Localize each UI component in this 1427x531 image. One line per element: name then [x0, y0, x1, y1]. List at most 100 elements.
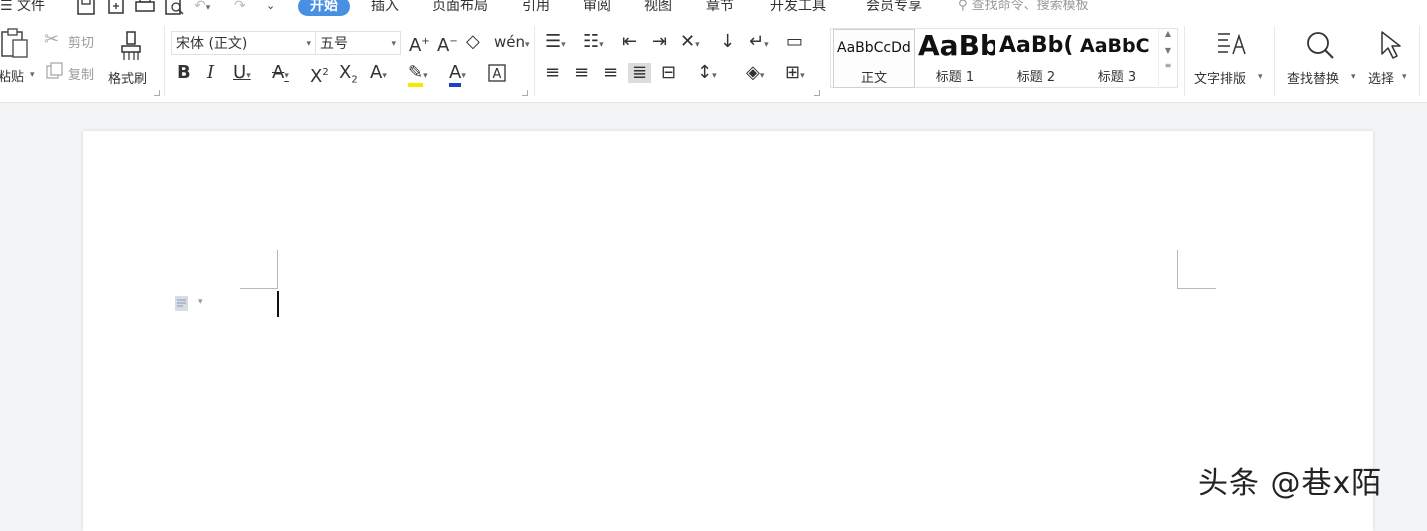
chevron-down-icon: ▾ — [198, 297, 203, 307]
select-button[interactable]: 选择 ▾ — [1366, 30, 1416, 90]
align-center-icon[interactable]: ≡ — [574, 63, 589, 83]
chevron-down-icon: ▾ — [1351, 72, 1356, 82]
text-layout-button[interactable]: 文字排版 ▾ — [1192, 30, 1268, 90]
numbered-list-icon[interactable]: ☷▾ — [583, 32, 604, 55]
style-preview: AaBb — [918, 29, 995, 62]
save-icon[interactable] — [76, 0, 96, 16]
group-separator — [1184, 26, 1185, 96]
phonetic-guide-icon[interactable]: wén▾ — [494, 32, 530, 55]
find-replace-button[interactable]: 查找替换 ▾ — [1285, 30, 1361, 90]
underline-icon[interactable]: U▾ — [233, 63, 251, 86]
chevron-down-icon[interactable]: ▼ — [1159, 46, 1177, 55]
hamburger-icon: ☰ — [0, 0, 13, 14]
font-family-select[interactable]: 宋体 (正文) ▾ — [171, 31, 316, 55]
command-search[interactable]: ⚲ 查找命令、搜索模板 — [958, 0, 1089, 15]
copy-icon — [46, 62, 63, 79]
ruler-icon[interactable]: ▭ — [786, 32, 803, 52]
style-heading-2[interactable]: AaBb( 标题 2 — [996, 29, 1076, 86]
decrease-font-size-icon[interactable]: A− — [437, 32, 458, 56]
bullet-list-icon[interactable]: ☰▾ — [545, 32, 566, 55]
menu-file-label: 文件 — [17, 0, 46, 14]
format-painter-button[interactable]: 格式刷 — [108, 28, 158, 88]
decrease-indent-icon[interactable]: ⇤ — [622, 32, 637, 52]
paragraph-layout-handle[interactable]: ▾ — [174, 295, 203, 317]
align-left-icon[interactable]: ≡ — [545, 63, 560, 83]
document-page[interactable] — [83, 131, 1373, 531]
group-separator — [1274, 26, 1275, 96]
paragraph-group-launcher[interactable] — [814, 90, 820, 96]
paste-icon — [1, 28, 28, 58]
styles-gallery: AaBbCcDd 正文 AaBb 标题 1 AaBb( 标题 2 AaBbC 标… — [830, 28, 1178, 88]
borders-icon[interactable]: ⊞▾ — [785, 63, 805, 86]
export-icon[interactable] — [106, 0, 126, 16]
character-border-icon[interactable]: A — [487, 63, 507, 88]
style-name: 标题 1 — [935, 70, 975, 85]
margin-mark-top-left-h — [240, 288, 278, 289]
select-label: 选择 — [1368, 72, 1395, 87]
margin-mark-top-left-v — [277, 250, 278, 289]
shading-icon[interactable]: ◈▾ — [746, 63, 764, 86]
chinese-layout-icon[interactable]: ✕▾ — [680, 32, 700, 55]
customize-quick-access-icon[interactable]: ⌄ — [266, 0, 275, 15]
font-size-value: 五号 — [320, 36, 348, 52]
italic-icon[interactable]: I — [207, 63, 214, 83]
bold-icon[interactable]: B — [177, 63, 191, 83]
styles-scroll[interactable]: ▲ ▼ ≡ — [1158, 29, 1177, 86]
chevron-up-icon[interactable]: ▲ — [1159, 29, 1177, 38]
text-layout-icon — [1218, 33, 1246, 55]
find-replace-label: 查找替换 — [1287, 72, 1340, 87]
tab-insert[interactable]: 插入 — [371, 0, 399, 15]
undo-icon[interactable]: ↶▾ — [194, 0, 210, 17]
style-name: 正文 — [860, 71, 887, 86]
paste-label: 粘贴 — [0, 70, 25, 85]
style-preview: AaBb( — [999, 33, 1074, 58]
print-icon[interactable] — [134, 0, 156, 16]
show-hide-marks-icon[interactable]: ↵▾ — [749, 32, 769, 55]
tab-chapter[interactable]: 章节 — [706, 0, 734, 15]
style-normal[interactable]: AaBbCcDd 正文 — [833, 29, 915, 88]
group-separator — [164, 26, 165, 96]
style-heading-3[interactable]: AaBbC 标题 3 — [1077, 29, 1157, 86]
text-cursor — [277, 291, 279, 317]
strikethrough-icon[interactable]: A▾ — [272, 63, 289, 86]
subscript-icon[interactable]: X2 — [339, 63, 358, 91]
increase-font-size-icon[interactable]: A+ — [409, 32, 430, 56]
increase-indent-icon[interactable]: ⇥ — [652, 32, 667, 52]
font-color-icon[interactable]: A▾ — [449, 62, 466, 87]
distributed-align-icon[interactable]: ⊟ — [661, 63, 676, 83]
style-name: 标题 3 — [1097, 70, 1137, 85]
clipboard-group-launcher[interactable] — [154, 90, 160, 96]
group-separator — [534, 26, 535, 96]
highlight-icon[interactable]: ✎▾ — [408, 62, 428, 87]
tab-home[interactable]: 开始 — [298, 0, 350, 16]
menu-file[interactable]: ☰ 文件 — [0, 0, 45, 15]
line-spacing-icon[interactable]: ↕▾ — [697, 63, 717, 86]
justify-icon[interactable]: ≣ — [628, 63, 652, 83]
font-group-launcher[interactable] — [522, 90, 528, 96]
redo-icon[interactable]: ↷ — [234, 0, 246, 15]
font-size-select[interactable]: 五号 ▾ — [315, 31, 401, 55]
tab-review[interactable]: 审阅 — [583, 0, 611, 15]
tab-member[interactable]: 会员专享 — [866, 0, 922, 15]
font-family-value: 宋体 (正文) — [176, 36, 248, 52]
tab-developer[interactable]: 开发工具 — [770, 0, 826, 15]
tab-view[interactable]: 视图 — [644, 0, 672, 15]
clear-formatting-icon[interactable]: ◇ — [466, 32, 480, 52]
text-effect-icon[interactable]: A▾ — [370, 63, 387, 86]
tab-references[interactable]: 引用 — [522, 0, 550, 15]
format-painter-label: 格式刷 — [108, 72, 148, 87]
sort-icon[interactable]: ↓ — [720, 32, 735, 52]
align-right-icon[interactable]: ≡ — [603, 63, 618, 83]
paragraph-layout-icon — [175, 296, 188, 311]
chevron-down-icon: ▾ — [1258, 72, 1263, 82]
print-preview-icon[interactable] — [164, 0, 186, 16]
chevron-down-icon: ▾ — [1402, 72, 1407, 82]
superscript-icon[interactable]: X2 — [310, 63, 329, 87]
expand-gallery-icon[interactable]: ≡ — [1159, 61, 1177, 70]
search-icon: ⚲ — [958, 0, 968, 13]
style-heading-1[interactable]: AaBb 标题 1 — [915, 29, 995, 86]
command-search-placeholder: 查找命令、搜索模板 — [971, 0, 1089, 13]
style-preview: AaBbC — [1080, 35, 1150, 57]
tab-page-layout[interactable]: 页面布局 — [432, 0, 488, 15]
paste-dropdown-icon: ▾ — [30, 70, 35, 80]
